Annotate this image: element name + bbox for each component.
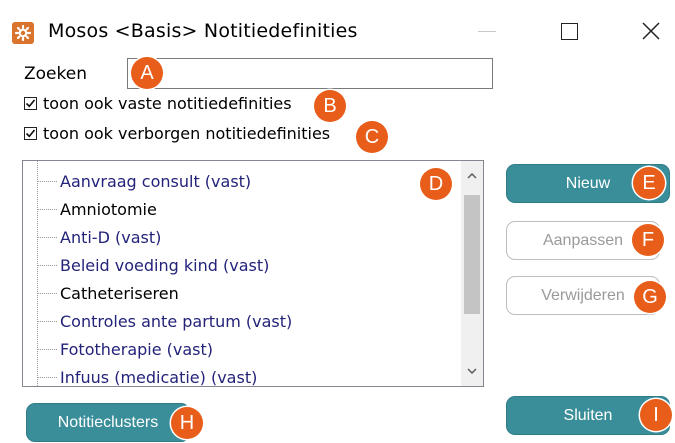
close-icon [642,22,660,40]
list-item[interactable]: Fototherapie (vast) [37,335,213,363]
marker-g: G [634,281,666,313]
close-window-button[interactable] [628,14,674,48]
show-fixed-label: toon ook vaste notitiedefinities [43,94,292,113]
list-item[interactable]: Controles ante partum (vast) [37,307,292,335]
marker-h: H [171,407,203,439]
show-hidden-label: toon ook verborgen notitiedefinities [43,124,331,143]
list-item-label: Infuus (medicatie) (vast) [60,367,258,387]
scroll-down-button[interactable] [461,360,483,382]
minimize-button[interactable] [464,14,510,48]
scroll-thumb[interactable] [464,195,480,314]
notitiedefinities-window: Mosos <Basis> Notitiedefinities Zoeken t… [0,0,675,443]
list-item-label: Controles ante partum (vast) [60,311,293,331]
maximize-button[interactable] [546,14,592,48]
marker-c: C [356,121,388,153]
list-item-label: Catheteriseren [60,283,179,303]
list-item-label: Beleid voeding kind (vast) [60,255,270,275]
list-item-label: Fototherapie (vast) [60,339,214,359]
title-bar: Mosos <Basis> Notitiedefinities [0,0,675,60]
list-item[interactable]: Amniotomie [37,195,157,223]
marker-d: D [420,168,452,200]
definitions-tree: Aanvraag consult (vast) Amniotomie Anti-… [23,161,461,386]
list-item-label: Aanvraag consult (vast) [60,171,252,191]
window-title: Mosos <Basis> Notitiedefinities [48,20,358,42]
chevron-up-icon [467,173,477,179]
chevron-down-icon [467,368,477,374]
maximize-icon [560,22,578,40]
list-scrollbar[interactable] [461,161,483,386]
marker-f: F [632,224,664,256]
marker-e: E [633,167,665,199]
search-label: Zoeken [24,64,87,84]
note-clusters-button[interactable]: Notitieclusters [26,403,190,442]
show-hidden-checkbox-row[interactable]: toon ook verborgen notitiedefinities [24,124,330,143]
list-item[interactable]: Aanvraag consult (vast) [37,167,251,195]
marker-i: I [640,399,672,431]
show-fixed-checkbox[interactable] [24,97,37,110]
marker-b: B [314,90,346,122]
list-item[interactable]: Anti-D (vast) [37,223,161,251]
list-item[interactable]: Catheteriseren [37,279,179,307]
search-input[interactable] [127,58,493,89]
app-gear-icon [12,22,34,44]
minimize-icon [478,30,496,32]
definitions-list[interactable]: Aanvraag consult (vast) Amniotomie Anti-… [22,160,484,387]
list-item-label: Amniotomie [60,199,157,219]
list-item[interactable]: Beleid voeding kind (vast) [37,251,269,279]
scroll-up-button[interactable] [461,165,483,187]
marker-a: A [131,57,163,89]
show-hidden-checkbox[interactable] [24,127,37,140]
list-item[interactable]: Infuus (medicatie) (vast) [37,363,258,387]
list-item-label: Anti-D (vast) [60,227,162,247]
show-fixed-checkbox-row[interactable]: toon ook vaste notitiedefinities [24,94,292,113]
